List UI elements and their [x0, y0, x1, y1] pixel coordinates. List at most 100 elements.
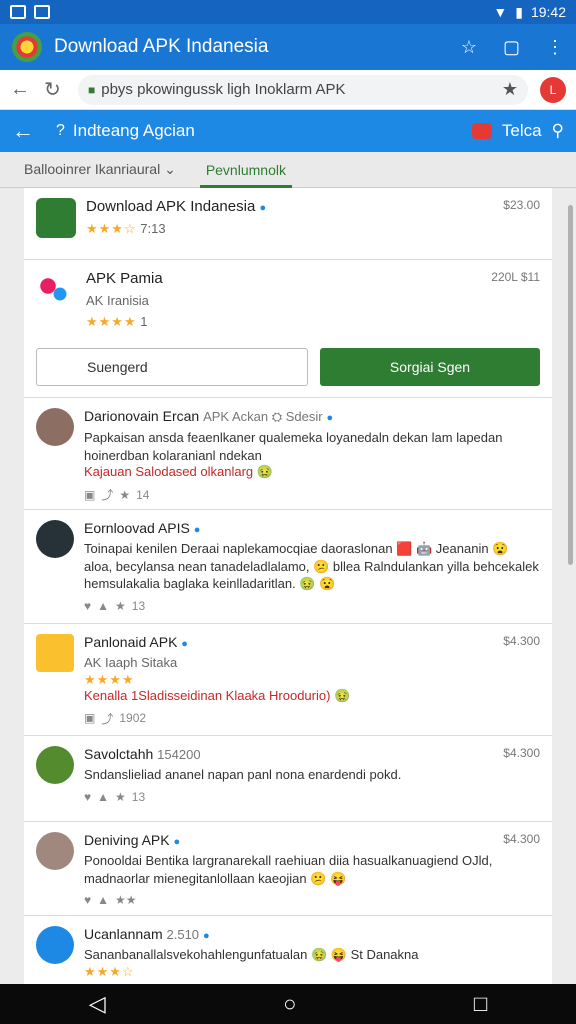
- screenshot-icon: [10, 5, 26, 19]
- star-icon[interactable]: ★★: [115, 893, 137, 907]
- reviewer-name: Ucanlannam: [84, 926, 163, 942]
- avatar: [36, 832, 74, 870]
- review-item: Darionovain Ercan APK Ackan ⛭ Sdesir ● P…: [24, 398, 552, 510]
- review-highlight: Kenalla 1Sladisseidinan Klaaka Hroodurio…: [84, 687, 351, 703]
- help-icon: ?: [56, 122, 65, 139]
- reviewer-name: Eornloovad APIS: [84, 520, 190, 536]
- app-notification-icon: [34, 5, 50, 19]
- review-text: Sananbanallalsvekohahlengunfatualan 🤢 😝 …: [84, 947, 419, 962]
- review-highlight: Kajauan Salodased olkanlarg 🤢: [84, 464, 273, 480]
- tabs-icon[interactable]: ▢: [503, 37, 520, 58]
- app-logo-icon: [12, 32, 42, 62]
- app-icon: [36, 270, 76, 310]
- system-nav-bar: ◁ ○ □: [0, 984, 576, 1024]
- tab-category[interactable]: Ballooinrer Ikanriaural ⌄: [24, 151, 176, 188]
- more-vert-icon[interactable]: ⋮: [546, 37, 564, 58]
- outline-button[interactable]: Suengerd: [36, 348, 308, 386]
- tab-bar: Ballooinrer Ikanriaural ⌄ Pevnlumnolk: [0, 152, 576, 188]
- search-icon[interactable]: ⚲: [552, 121, 564, 141]
- verified-icon: ●: [326, 412, 334, 424]
- app-bar: Download APK Indanesia ☆ ▢ ⋮: [0, 24, 576, 70]
- image-icon[interactable]: ▣: [84, 711, 95, 725]
- back-arrow-icon[interactable]: ←: [12, 118, 34, 144]
- tab-active[interactable]: Pevnlumnolk: [199, 152, 292, 188]
- image-icon[interactable]: ▣: [84, 488, 95, 502]
- review-text: Papkaisan ansda feaenlkaner qualemeka lo…: [84, 430, 503, 463]
- review-count: 13: [131, 789, 146, 804]
- verified-icon: ●: [173, 836, 181, 848]
- review-secondary: AK Iaaph Sitaka: [84, 655, 178, 670]
- star-icon[interactable]: ☆: [461, 37, 477, 58]
- signal-icon: ▮: [515, 3, 523, 20]
- review-item: Panlonaid APK ● AK Iaaph Sitaka ★★★★ Ken…: [24, 624, 552, 736]
- nav-right-label[interactable]: Telca: [502, 121, 542, 141]
- green-button[interactable]: Sorgiai Sgen: [320, 348, 540, 386]
- review-text: Ponooldai Bentika largranarekall raehiua…: [84, 853, 493, 886]
- star-icon[interactable]: ★: [115, 599, 126, 613]
- back-arrow-icon[interactable]: ←: [10, 78, 44, 101]
- reviewer-name: Panlonaid APK: [84, 634, 178, 650]
- avatar: [36, 634, 74, 672]
- review-secondary: 2.510: [166, 927, 200, 942]
- profile-avatar[interactable]: L: [540, 76, 566, 103]
- thumbs-up-icon[interactable]: ▲: [97, 893, 109, 907]
- review-count: 14: [136, 487, 150, 502]
- star-icon[interactable]: ★: [115, 790, 126, 804]
- avatar: [36, 926, 74, 964]
- star-icon[interactable]: ★: [119, 488, 130, 502]
- browser-url-bar: ← ↻ ■ pbys pkowingussk ligh Inoklarm APK…: [0, 70, 576, 110]
- price: $23.00: [503, 198, 540, 212]
- review-count: 13: [131, 598, 146, 613]
- heart-icon[interactable]: ♥: [84, 893, 91, 907]
- nav-home-icon[interactable]: ○: [283, 991, 296, 1017]
- thumbs-up-icon[interactable]: ▲: [97, 599, 109, 613]
- share-icon[interactable]: ⤴: [101, 710, 113, 727]
- app-card[interactable]: Download APK Indanesia ● ★★★☆ 7:13 $23.0…: [24, 188, 552, 260]
- share-icon[interactable]: ⤴: [101, 486, 113, 503]
- app-card[interactable]: APK Pamia AK Iranisia ★★★★ 1 220L $11: [24, 260, 552, 342]
- verified-icon: ●: [202, 930, 210, 942]
- scrollbar[interactable]: [568, 205, 573, 565]
- wifi-icon: ▼: [493, 4, 508, 20]
- review-item: Ucanlannam 2.510 ● Sananbanallalsvekohah…: [24, 916, 552, 984]
- lock-icon: ■: [88, 82, 96, 97]
- review-count: 1902: [119, 711, 147, 726]
- price: $4.300: [503, 832, 540, 846]
- review-item: Eornloovad APIS ● Toinapai kenilen Deraa…: [24, 510, 552, 624]
- thumbs-up-icon[interactable]: ▲: [97, 790, 109, 804]
- url-text: pbys pkowingussk ligh Inoklarm APK: [101, 81, 346, 98]
- video-icon: [471, 123, 492, 139]
- star-rating: ★★★★: [84, 671, 135, 687]
- avatar: [36, 408, 74, 446]
- reload-icon[interactable]: ↻: [44, 77, 78, 102]
- nav-title: Indteang Agcian: [72, 121, 195, 140]
- status-time: 19:42: [530, 4, 566, 20]
- star-rating: ★★★★: [86, 314, 137, 329]
- heart-icon[interactable]: ♥: [84, 599, 91, 613]
- app-subtitle: AK Iranisia: [86, 293, 149, 308]
- verified-icon: ●: [193, 524, 201, 536]
- review-secondary: 154200: [157, 747, 201, 762]
- page-nav-bar: ← ? Indteang Agcian Telca ⚲: [0, 110, 576, 152]
- verified-icon: ●: [259, 202, 267, 214]
- nav-recents-icon[interactable]: □: [474, 991, 487, 1017]
- avatar: [36, 520, 74, 558]
- rating-text: 1: [140, 314, 148, 329]
- url-field[interactable]: ■ pbys pkowingussk ligh Inoklarm APK ★: [78, 74, 528, 105]
- review-item: Deniving APK ● Ponooldai Bentika largran…: [24, 822, 552, 916]
- app-name: Download APK Indanesia: [86, 198, 256, 215]
- review-text: Toinapai kenilen Deraai naplekamocqiae d…: [84, 541, 539, 592]
- price: $4.300: [503, 746, 540, 760]
- reviewer-name: Savolctahh: [84, 746, 154, 762]
- review-text: Sndanslieliad ananel napan panl nona ena…: [84, 767, 402, 782]
- nav-back-icon[interactable]: ◁: [89, 991, 106, 1017]
- review-item: Savolctahh 154200 Sndanslieliad ananel n…: [24, 736, 552, 822]
- status-bar: ▼ ▮ 19:42: [0, 0, 576, 24]
- bookmark-star-icon[interactable]: ★: [502, 79, 518, 100]
- action-buttons: Suengerd Sorgiai Sgen: [24, 342, 552, 398]
- avatar: [36, 746, 74, 784]
- verified-icon: ●: [181, 638, 188, 650]
- review-secondary: APK Ackan ⛭ Sdesir: [203, 409, 323, 424]
- heart-icon[interactable]: ♥: [84, 790, 91, 804]
- rating-text: 7:13: [140, 221, 166, 236]
